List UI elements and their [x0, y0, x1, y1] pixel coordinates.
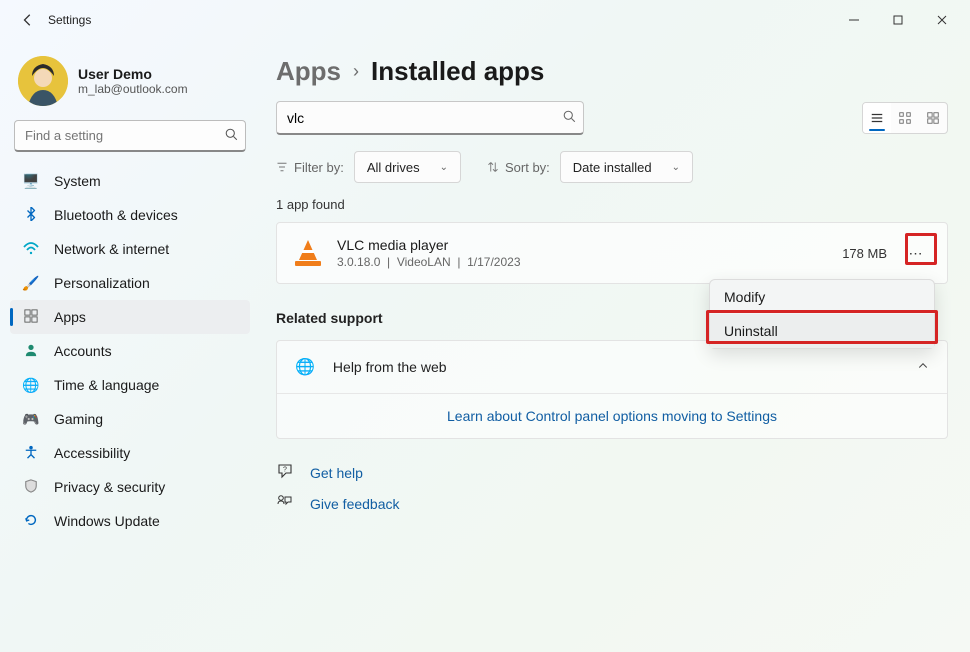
- chevron-down-icon: ⌄: [672, 162, 680, 173]
- nav-item-accounts[interactable]: Accounts: [10, 334, 250, 368]
- filter-dropdown[interactable]: All drives ⌄: [354, 151, 461, 183]
- menu-item-modify[interactable]: Modify: [710, 280, 934, 314]
- sort-label: Sort by:: [487, 160, 550, 175]
- nav-item-apps[interactable]: Apps: [10, 300, 250, 334]
- app-search-input[interactable]: [276, 101, 584, 135]
- nav-label: Gaming: [54, 411, 103, 427]
- page-title: Installed apps: [371, 56, 544, 87]
- menu-item-uninstall[interactable]: Uninstall: [710, 314, 934, 348]
- search-icon: [225, 128, 238, 144]
- titlebar: Settings: [0, 0, 970, 40]
- bluetooth-icon: [22, 207, 40, 224]
- sort-dropdown[interactable]: Date installed ⌄: [560, 151, 693, 183]
- shield-icon: [22, 479, 40, 496]
- filter-label: Filter by:: [276, 160, 344, 175]
- nav-item-bluetooth[interactable]: Bluetooth & devices: [10, 198, 250, 232]
- breadcrumb: Apps › Installed apps: [276, 50, 948, 101]
- view-grid-large-button[interactable]: [919, 103, 947, 133]
- svg-text:?: ?: [283, 467, 287, 474]
- main-content: Apps › Installed apps Filter by:: [260, 40, 970, 652]
- globe-clock-icon: 🌐: [22, 377, 40, 394]
- view-toggle: [862, 102, 948, 134]
- nav-label: Bluetooth & devices: [54, 207, 178, 223]
- sidebar: User Demo m_lab@outlook.com 🖥️ System Blu…: [0, 40, 260, 652]
- close-button[interactable]: [920, 4, 964, 36]
- accessibility-icon: [22, 445, 40, 462]
- app-size: 178 MB: [842, 246, 887, 261]
- nav-item-time-language[interactable]: 🌐 Time & language: [10, 368, 250, 402]
- view-list-button[interactable]: [863, 103, 891, 133]
- nav-item-personalization[interactable]: 🖌️ Personalization: [10, 266, 250, 300]
- sort-icon: [487, 161, 499, 173]
- minimize-button[interactable]: [832, 4, 876, 36]
- control-panel-link[interactable]: Learn about Control panel options moving…: [447, 408, 777, 424]
- user-block[interactable]: User Demo m_lab@outlook.com: [10, 50, 250, 120]
- help-card: 🌐 Help from the web Learn about Control …: [276, 340, 948, 439]
- app-search: [276, 101, 584, 135]
- nav-item-system[interactable]: 🖥️ System: [10, 164, 250, 198]
- bottom-links: ? Get help Give feedback: [276, 457, 948, 519]
- person-icon: [22, 343, 40, 360]
- nav-label: Accessibility: [54, 445, 130, 461]
- nav-label: Personalization: [54, 275, 150, 291]
- help-link-row: Learn about Control panel options moving…: [277, 393, 947, 438]
- nav-item-network[interactable]: Network & internet: [10, 232, 250, 266]
- nav-label: Windows Update: [54, 513, 160, 529]
- chevron-up-icon: [917, 360, 929, 375]
- filter-value: All drives: [367, 160, 420, 175]
- view-grid-small-button[interactable]: [891, 103, 919, 133]
- nav-label: Network & internet: [54, 241, 169, 257]
- breadcrumb-root[interactable]: Apps: [276, 56, 341, 87]
- more-options-button[interactable]: ⋯: [903, 240, 929, 266]
- help-from-web-label: Help from the web: [333, 359, 447, 375]
- user-email: m_lab@outlook.com: [78, 82, 188, 96]
- nav-label: System: [54, 173, 101, 189]
- nav-label: Apps: [54, 309, 86, 325]
- app-name: VLC media player: [337, 237, 521, 253]
- chevron-down-icon: ⌄: [440, 162, 448, 173]
- nav-item-privacy[interactable]: Privacy & security: [10, 470, 250, 504]
- update-icon: [22, 513, 40, 530]
- app-meta: 3.0.18.0 | VideoLAN | 1/17/2023: [337, 255, 521, 269]
- nav-label: Time & language: [54, 377, 159, 393]
- settings-search: [14, 120, 246, 152]
- feedback-icon: [276, 494, 294, 513]
- nav-label: Accounts: [54, 343, 112, 359]
- results-count: 1 app found: [276, 197, 948, 212]
- maximize-button[interactable]: [876, 4, 920, 36]
- back-button[interactable]: [14, 6, 42, 34]
- settings-search-input[interactable]: [14, 120, 246, 152]
- vlc-icon: [295, 240, 321, 266]
- paintbrush-icon: 🖌️: [22, 275, 40, 292]
- context-menu: Modify Uninstall: [709, 279, 935, 349]
- globe-icon: 🌐: [295, 357, 315, 377]
- apps-icon: [22, 309, 40, 326]
- wifi-icon: [22, 241, 40, 258]
- monitor-icon: 🖥️: [22, 173, 40, 190]
- app-row: VLC media player 3.0.18.0 | VideoLAN | 1…: [276, 222, 948, 284]
- avatar: [18, 56, 68, 106]
- help-icon: ?: [276, 463, 294, 482]
- get-help-link[interactable]: Get help: [310, 465, 363, 481]
- search-icon: [563, 110, 576, 126]
- nav-list: 🖥️ System Bluetooth & devices Network & i…: [10, 164, 250, 538]
- filter-icon: [276, 161, 288, 173]
- window-title: Settings: [48, 13, 91, 27]
- sort-value: Date installed: [573, 160, 652, 175]
- nav-item-gaming[interactable]: 🎮 Gaming: [10, 402, 250, 436]
- nav-label: Privacy & security: [54, 479, 165, 495]
- user-name: User Demo: [78, 66, 188, 82]
- chevron-right-icon: ›: [353, 61, 359, 82]
- nav-item-accessibility[interactable]: Accessibility: [10, 436, 250, 470]
- feedback-link[interactable]: Give feedback: [310, 496, 400, 512]
- nav-item-update[interactable]: Windows Update: [10, 504, 250, 538]
- gamepad-icon: 🎮: [22, 411, 40, 428]
